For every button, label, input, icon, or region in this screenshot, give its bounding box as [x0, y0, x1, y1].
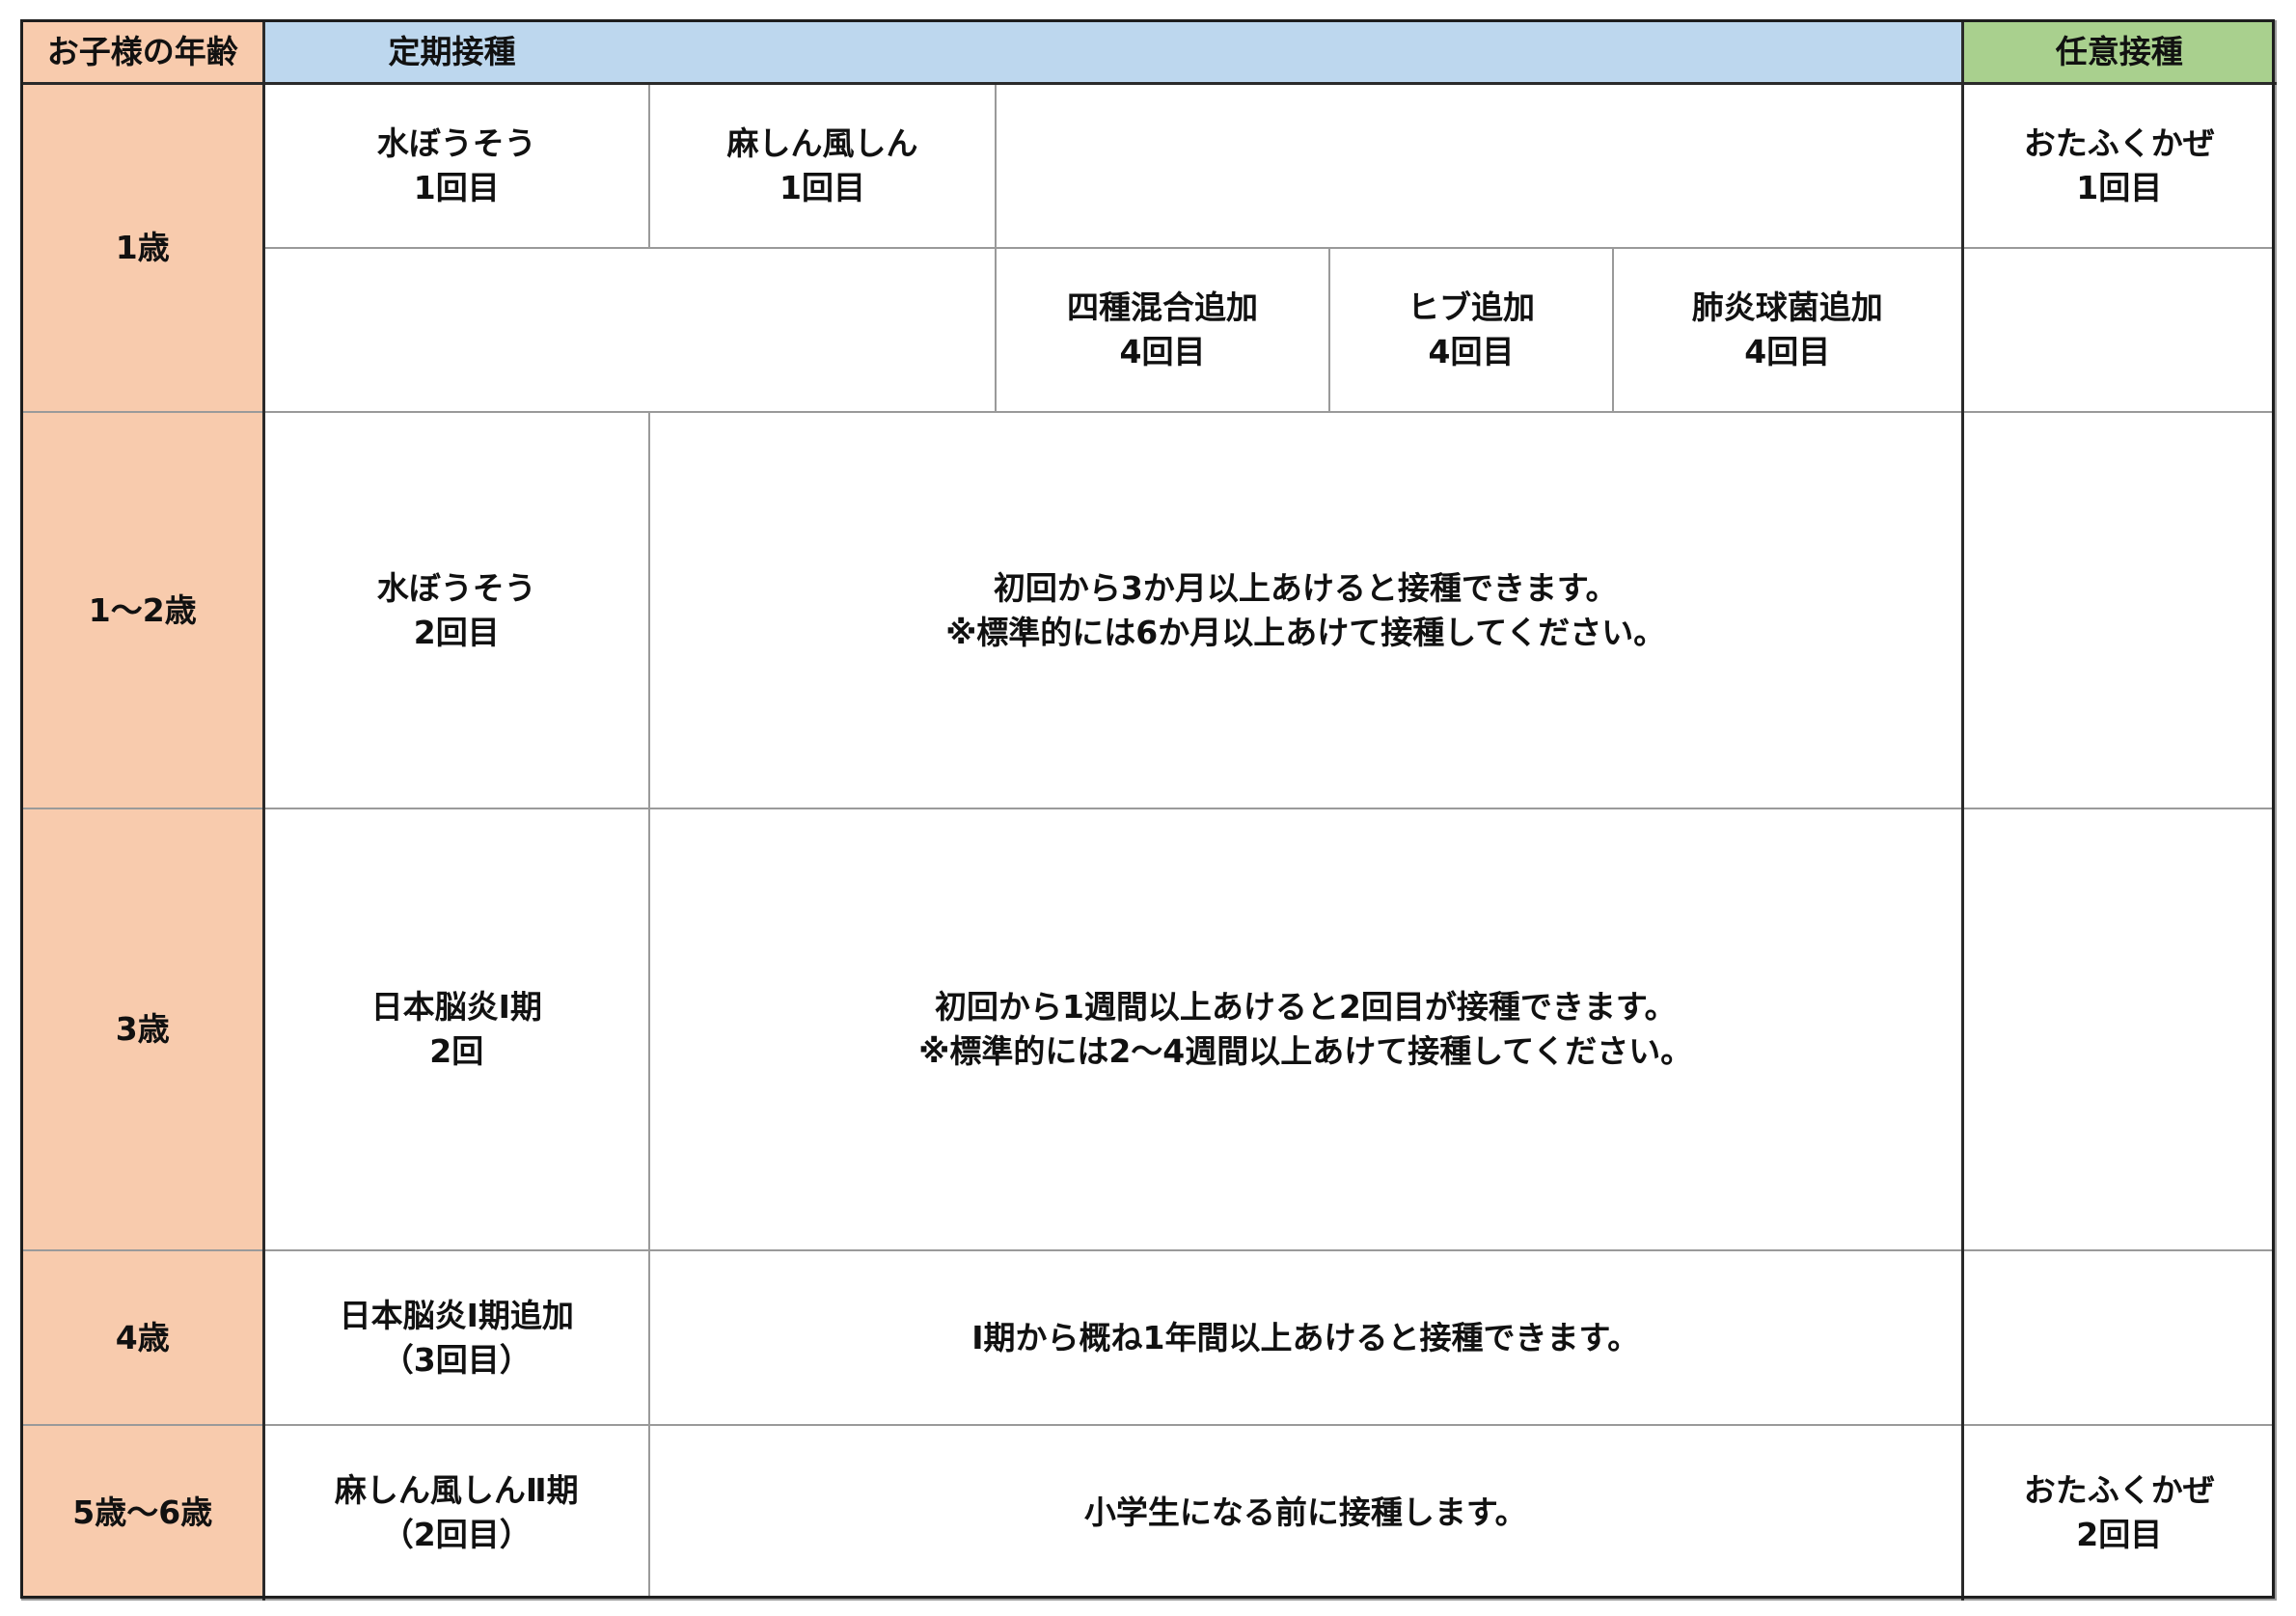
empty-optional-cell — [1960, 411, 2278, 809]
vaccination-schedule-table: お子様の年齢 定期接種 任意接種 1歳 水ぼうそう 1回目 麻しん風しん 1回目… — [21, 20, 2278, 1601]
cell-varicella-dose2: 水ぼうそう 2回目 — [262, 411, 650, 809]
cell-je-phase1: 日本脳炎Ⅰ期 2回 — [262, 808, 650, 1251]
vaccine-name: 麻しん風しんⅡ期 — [334, 1470, 579, 1509]
vaccine-name: 日本脳炎Ⅰ期追加 — [339, 1296, 574, 1334]
row-age-3: 3歳 日本脳炎Ⅰ期 2回 初回から1週間以上あけると2回目が接種できます。 ※標… — [21, 808, 2278, 1251]
vaccine-name: 水ぼうそう — [376, 568, 536, 607]
header-row: お子様の年齢 定期接種 任意接種 — [21, 20, 2278, 85]
row-age-4: 4歳 日本脳炎Ⅰ期追加 （3回目） Ⅰ期から概ね1年間以上あけると接種できます。 — [21, 1249, 2278, 1426]
row-age-1-2: 1～2歳 水ぼうそう 2回目 初回から3か月以上あけると接種できます。 ※標準的… — [21, 411, 2278, 809]
routine-vaccination-header: 定期接種 — [261, 20, 1964, 85]
vaccine-dose: 1回目 — [2076, 168, 2163, 206]
vaccine-dose: （2回目） — [381, 1515, 532, 1553]
vaccine-name: 麻しん風しん — [726, 123, 918, 162]
age-column-header: お子様の年齢 — [21, 20, 265, 85]
age-label-5-6y: 5歳～6歳 — [21, 1424, 265, 1601]
vaccine-dose: 2回目 — [2076, 1515, 2163, 1553]
vaccine-dose: 1回目 — [779, 168, 865, 206]
vaccine-name: 日本脳炎Ⅰ期 — [370, 988, 542, 1026]
cell-mr-phase2: 麻しん風しんⅡ期 （2回目） — [262, 1424, 650, 1601]
optional-vaccination-header: 任意接種 — [1960, 20, 2278, 85]
cell-mumps-dose2: おたふくかぜ 2回目 — [1960, 1424, 2278, 1601]
age-label-1-2y: 1～2歳 — [21, 411, 265, 809]
vaccine-dose: 4回目 — [1428, 333, 1515, 370]
cell-hib-booster: ヒブ追加 4回目 — [1328, 247, 1614, 413]
age-label-4y: 4歳 — [21, 1249, 265, 1426]
note-cell: 初回から3か月以上あけると接種できます。 ※標準的には6か月以上あけて接種してく… — [647, 411, 1964, 809]
vaccine-dose: 2回 — [429, 1032, 484, 1070]
note-cell: Ⅰ期から概ね1年間以上あけると接種できます。 — [647, 1249, 1964, 1426]
note-text: Ⅰ期から概ね1年間以上あけると接種できます。 — [971, 1318, 1640, 1356]
note-text: ※標準的には2～4週間以上あけて接種してください。 — [918, 1032, 1693, 1070]
note-cell: 小学生になる前に接種します。 — [647, 1424, 1964, 1601]
vaccine-dose: 4回目 — [1119, 333, 1206, 370]
cell-varicella-dose1: 水ぼうそう 1回目 — [262, 82, 650, 249]
row-age-5-6: 5歳～6歳 麻しん風しんⅡ期 （2回目） 小学生になる前に接種します。 おたふく… — [21, 1424, 2278, 1601]
empty-optional-cell — [1960, 808, 2278, 1251]
vaccine-dose: （3回目） — [381, 1340, 532, 1379]
vaccine-name: 水ぼうそう — [376, 123, 536, 162]
note-cell: 初回から1週間以上あけると2回目が接種できます。 ※標準的には2～4週間以上あけ… — [647, 808, 1964, 1251]
empty-cell — [262, 247, 997, 413]
note-text: 初回から3か月以上あけると接種できます。 — [993, 568, 1618, 607]
vaccine-dose: 2回目 — [413, 613, 500, 651]
note-text: 初回から1週間以上あけると2回目が接種できます。 — [934, 988, 1677, 1026]
cell-mr-dose1: 麻しん風しん 1回目 — [648, 82, 997, 249]
vaccine-name: 四種混合追加 — [1067, 288, 1258, 326]
vaccine-dose: 4回目 — [1744, 333, 1831, 370]
vaccine-name: 肺炎球菌追加 — [1691, 288, 1883, 326]
vaccine-name: ヒブ追加 — [1408, 288, 1535, 326]
vaccine-name: おたふくかぜ — [2023, 1470, 2215, 1509]
empty-cell — [994, 82, 1964, 249]
age-label-3y: 3歳 — [21, 808, 265, 1251]
note-text: 小学生になる前に接種します。 — [1083, 1493, 1527, 1531]
cell-mumps-dose1: おたふくかぜ 1回目 — [1960, 82, 2278, 249]
cell-dtp-booster: 四種混合追加 4回目 — [995, 247, 1330, 413]
empty-optional-cell — [1960, 1249, 2278, 1426]
age-label-1y: 1歳 — [21, 82, 265, 413]
cell-je-phase1-booster: 日本脳炎Ⅰ期追加 （3回目） — [262, 1249, 650, 1426]
row-age-1-upper: 1歳 水ぼうそう 1回目 麻しん風しん 1回目 おたふくかぜ 1回目 — [21, 82, 2278, 413]
vaccine-name: おたふくかぜ — [2023, 123, 2215, 162]
note-text: ※標準的には6か月以上あけて接種してください。 — [945, 613, 1666, 651]
empty-optional-cell — [1960, 247, 2278, 413]
cell-pneumococcal-booster: 肺炎球菌追加 4回目 — [1611, 247, 1964, 413]
row-age-1-lower: 四種混合追加 4回目 ヒブ追加 4回目 肺炎球菌追加 4回目 — [22, 247, 2278, 413]
vaccine-dose: 1回目 — [413, 168, 500, 206]
